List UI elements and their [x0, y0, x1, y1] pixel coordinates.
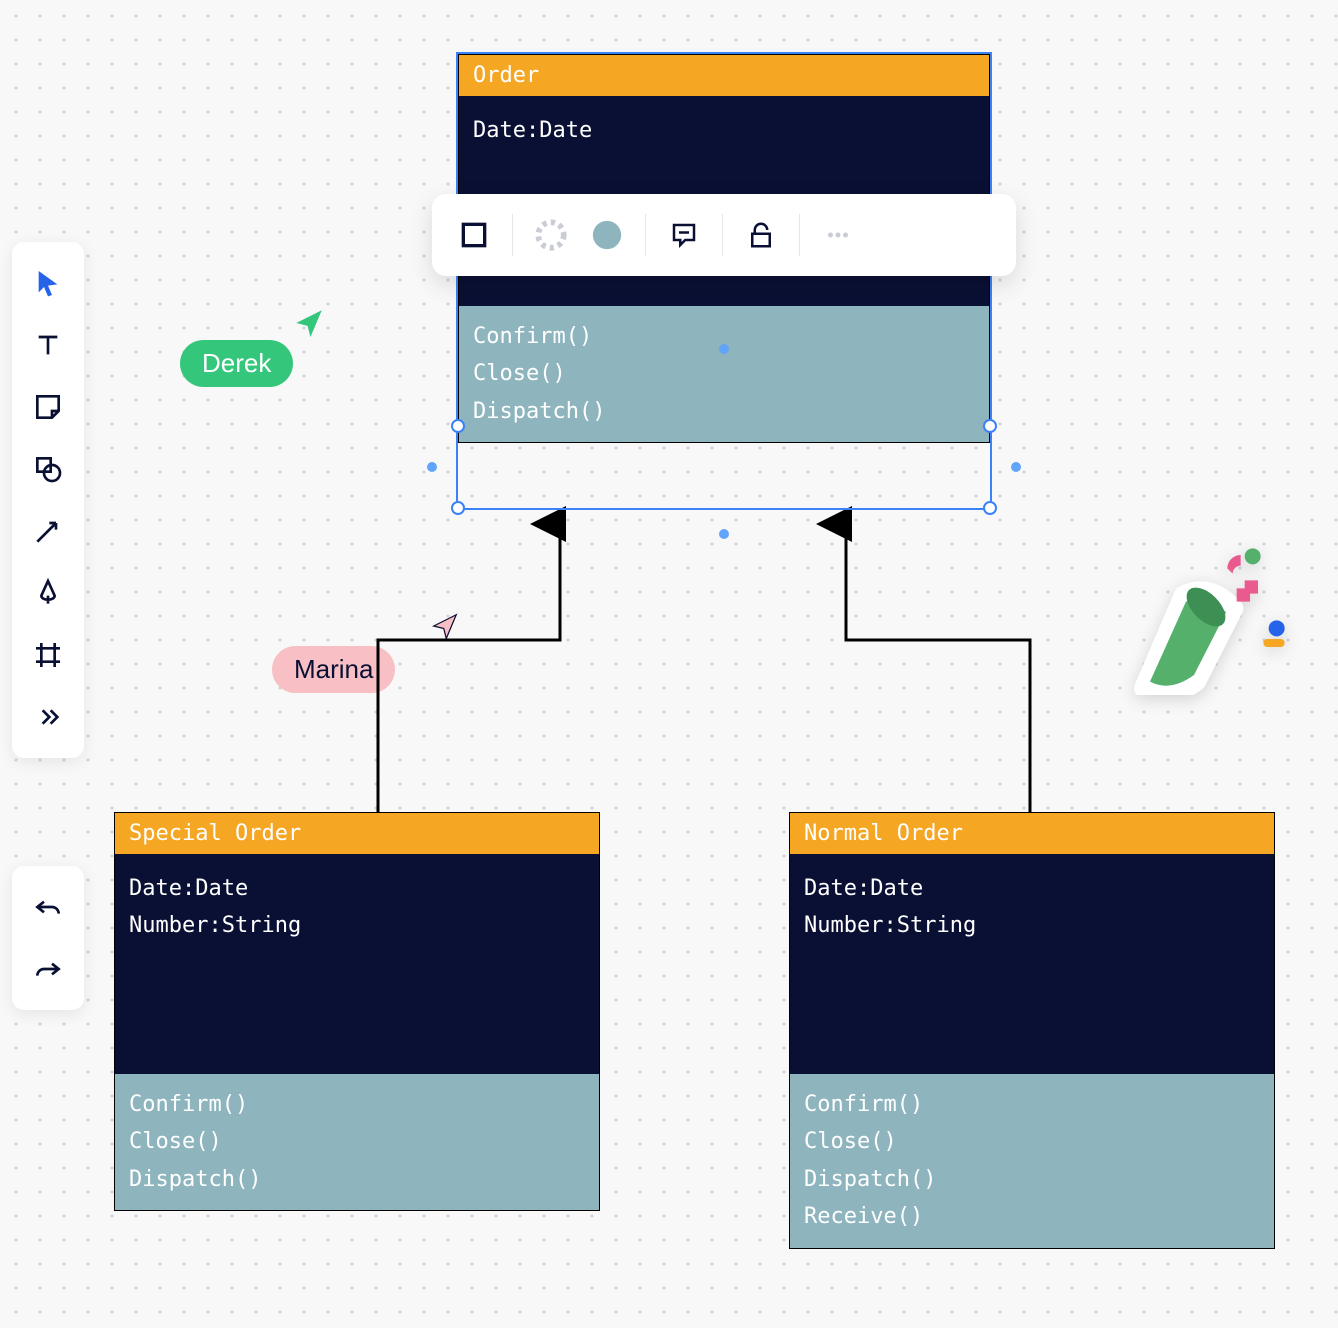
uml-class-methods: Confirm() Close() Dispatch() Receive(): [790, 1074, 1274, 1248]
fill-color-button[interactable]: [583, 211, 631, 259]
border-style-button[interactable]: [527, 211, 575, 259]
uml-class-title: Order: [459, 55, 989, 96]
text-tool[interactable]: [22, 314, 74, 376]
uml-class-methods: Confirm() Close() Dispatch(): [459, 306, 989, 442]
derek-cursor-icon: [292, 306, 326, 345]
more-options-button[interactable]: [814, 211, 862, 259]
uml-class-attributes: Date:Date Number:String: [115, 854, 599, 1074]
uml-attribute: Number:String: [129, 907, 585, 944]
divider: [799, 214, 800, 256]
uml-attribute: Date:Date: [129, 870, 585, 907]
uml-class-attributes: Date:Date Number:String: [790, 854, 1274, 1074]
uml-method: Close(): [129, 1123, 585, 1160]
collaborator-label: Derek: [202, 348, 271, 378]
connector-tool[interactable]: [22, 500, 74, 562]
uml-attribute: Date:Date: [473, 112, 975, 149]
uml-method: Confirm(): [129, 1086, 585, 1123]
shape-style-button[interactable]: [450, 211, 498, 259]
redo-button[interactable]: [22, 938, 74, 1000]
divider: [512, 214, 513, 256]
pen-tool[interactable]: [22, 562, 74, 624]
uml-method: Dispatch(): [804, 1161, 1260, 1198]
divider: [722, 214, 723, 256]
uml-class-methods: Confirm() Close() Dispatch(): [115, 1074, 599, 1210]
uml-method: Receive(): [804, 1198, 1260, 1235]
party-popper-sticker[interactable]: [1130, 535, 1290, 695]
uml-method: Confirm(): [804, 1086, 1260, 1123]
uml-method: Close(): [804, 1123, 1260, 1160]
selection-context-bar: [432, 194, 1016, 276]
uml-class-special-order[interactable]: Special Order Date:Date Number:String Co…: [114, 812, 600, 1211]
divider: [645, 214, 646, 256]
uml-class-title: Special Order: [115, 813, 599, 854]
cursor-tool[interactable]: [22, 252, 74, 314]
main-toolbar: [12, 242, 84, 758]
frame-tool[interactable]: [22, 624, 74, 686]
collaborator-marina-badge: Marina: [272, 646, 395, 693]
uml-attribute: Number:String: [804, 907, 1260, 944]
uml-class-title: Normal Order: [790, 813, 1274, 854]
history-toolbar: [12, 866, 84, 1010]
more-tools[interactable]: [22, 686, 74, 748]
collaborator-label: Marina: [294, 654, 373, 684]
lock-button[interactable]: [737, 211, 785, 259]
undo-button[interactable]: [22, 876, 74, 938]
uml-method: Dispatch(): [129, 1161, 585, 1198]
marina-cursor-icon: [430, 611, 460, 646]
comment-button[interactable]: [660, 211, 708, 259]
uml-method: Close(): [473, 355, 975, 392]
sticky-note-tool[interactable]: [22, 376, 74, 438]
shape-tool[interactable]: [22, 438, 74, 500]
collaborator-derek-badge: Derek: [180, 340, 293, 387]
uml-method: Dispatch(): [473, 393, 975, 430]
uml-attribute: Date:Date: [804, 870, 1260, 907]
uml-method: Confirm(): [473, 318, 975, 355]
uml-class-normal-order[interactable]: Normal Order Date:Date Number:String Con…: [789, 812, 1275, 1249]
